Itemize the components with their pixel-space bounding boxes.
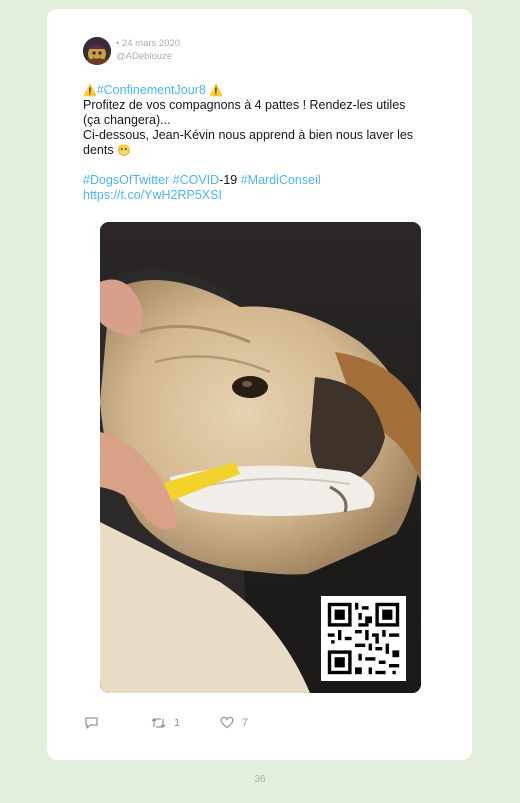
text-dents: dents <box>83 143 114 157</box>
user-handle[interactable]: @ADeblouze <box>116 51 172 62</box>
tweet-text: ⚠️#ConfinementJour8 ⚠️ Profitez de vos c… <box>83 83 443 203</box>
tweet-actions: 1 7 <box>47 715 472 735</box>
covid-suffix: -19 <box>219 173 238 187</box>
hashtag-covid-link[interactable]: #COVID <box>173 173 220 187</box>
hashtag-line: ⚠️#ConfinementJour8 ⚠️ <box>83 83 443 98</box>
text-line: Profitez de vos compagnons à 4 pattes ! … <box>83 98 406 112</box>
heart-icon <box>220 716 234 729</box>
hashtag-confinement-link[interactable]: #ConfinementJour8 <box>97 83 206 97</box>
retweet-count: 1 <box>174 717 181 729</box>
retweet-button[interactable]: 1 <box>150 716 180 730</box>
hashtags-line: #DogsOfTwitter #COVID-19 #MardiConseil <box>83 173 443 188</box>
warning-emoji: ⚠️ <box>83 84 97 97</box>
text-line: (ça changera)... <box>83 113 171 127</box>
qr-code-icon <box>321 596 406 681</box>
retweet-icon <box>151 718 166 728</box>
text-line: Ci-dessous, Jean-Kévin nous apprend à bi… <box>83 128 414 142</box>
grimace-emoji: 😬 <box>117 144 131 157</box>
hashtag-mardi-link[interactable]: #MardiConseil <box>241 173 321 187</box>
like-count: 7 <box>242 716 249 729</box>
like-button[interactable]: 7 <box>220 716 248 729</box>
reply-button[interactable] <box>84 716 99 730</box>
tweet-date: • 24 mars 2020 <box>116 38 181 49</box>
page-number: 36 <box>254 774 266 785</box>
avatar[interactable] <box>83 37 111 65</box>
tweet-media[interactable] <box>100 222 421 693</box>
text-line: dents 😬 <box>83 143 443 158</box>
tweet-url-link[interactable]: https://t.co/YwH2RP5XSI <box>83 188 443 203</box>
hashtag-dogs-link[interactable]: #DogsOfTwitter <box>83 173 169 187</box>
reply-icon <box>85 717 98 729</box>
tweet-card: • 24 mars 2020 @ADeblouze ⚠️#Confinement… <box>47 9 472 760</box>
warning-emoji: ⚠️ <box>209 84 223 97</box>
